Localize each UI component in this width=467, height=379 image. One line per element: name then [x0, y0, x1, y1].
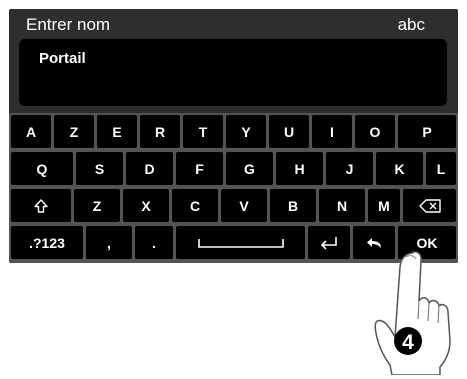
comma-key[interactable]: ,: [86, 226, 132, 259]
key-t[interactable]: T: [183, 115, 223, 148]
key-b[interactable]: B: [270, 189, 316, 222]
key-h[interactable]: H: [276, 152, 323, 185]
key-y[interactable]: Y: [226, 115, 266, 148]
pointing-hand-icon: 4: [374, 251, 451, 375]
shift-key[interactable]: [11, 189, 71, 222]
keyboard-mode-indicator: abc: [397, 15, 425, 34]
key-j[interactable]: J: [326, 152, 373, 185]
device-screen: Entrer nom abc Portail A Z E R T Y U I O…: [9, 9, 458, 263]
screen-title: Entrer nom: [26, 15, 111, 34]
shift-arrow-icon: [34, 198, 48, 213]
enter-key[interactable]: [308, 226, 350, 259]
name-input-value: Portail: [39, 50, 86, 67]
key-a[interactable]: A: [11, 115, 51, 148]
key-r[interactable]: R: [140, 115, 180, 148]
key-f[interactable]: F: [176, 152, 223, 185]
key-x[interactable]: X: [123, 189, 169, 222]
key-l[interactable]: L: [426, 152, 456, 185]
space-key[interactable]: [176, 226, 305, 259]
period-key[interactable]: .: [135, 226, 173, 259]
key-m[interactable]: M: [368, 189, 400, 222]
name-input-field[interactable]: Portail: [19, 39, 447, 106]
key-n[interactable]: N: [319, 189, 365, 222]
header-bar: Entrer nom abc: [9, 9, 458, 39]
key-u[interactable]: U: [269, 115, 309, 148]
key-v[interactable]: V: [221, 189, 267, 222]
key-c[interactable]: C: [172, 189, 218, 222]
key-p[interactable]: P: [398, 115, 456, 148]
space-bar-icon: [197, 238, 284, 248]
key-e[interactable]: E: [97, 115, 137, 148]
key-g[interactable]: G: [226, 152, 273, 185]
key-q[interactable]: Q: [11, 152, 73, 185]
key-z-row3[interactable]: Z: [74, 189, 120, 222]
key-i[interactable]: I: [312, 115, 352, 148]
key-z[interactable]: Z: [54, 115, 94, 148]
step-number: 4: [402, 331, 414, 354]
key-d[interactable]: D: [126, 152, 173, 185]
backspace-icon: [418, 198, 441, 213]
key-s[interactable]: S: [76, 152, 123, 185]
enter-arrow-icon: [320, 236, 337, 250]
on-screen-keyboard: A Z E R T Y U I O P Q S D F G H J K L Z …: [9, 113, 458, 263]
key-o[interactable]: O: [355, 115, 395, 148]
key-k[interactable]: K: [376, 152, 423, 185]
symbols-key[interactable]: .?123: [11, 226, 83, 259]
backspace-key[interactable]: [403, 189, 456, 222]
